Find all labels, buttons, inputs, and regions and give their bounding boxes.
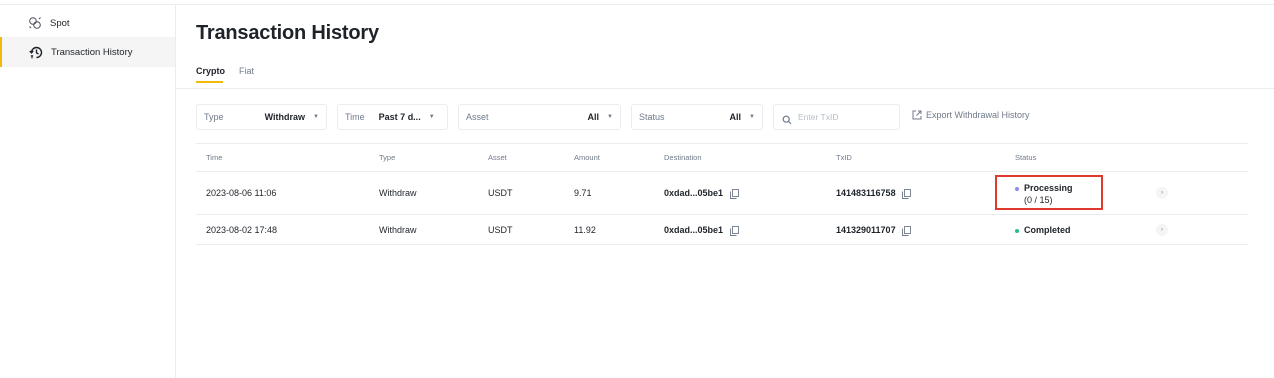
- txid-search-input[interactable]: [798, 112, 888, 122]
- row-amount: 11.92: [574, 225, 596, 235]
- row-time: 2023-08-02 17:48: [206, 225, 278, 235]
- top-divider: [0, 4, 1274, 5]
- history-icon: [28, 44, 44, 60]
- status-filter-value: All: [729, 112, 742, 122]
- row-time: 2023-08-06 11:06: [206, 188, 277, 198]
- table-top-divider: [196, 143, 1248, 144]
- time-filter-label: Time: [345, 112, 365, 122]
- row-txid: 141329011707: [836, 225, 912, 236]
- destination-address: 0xdad...05be1: [664, 188, 724, 198]
- copy-icon[interactable]: [902, 225, 912, 236]
- row-type: Withdraw: [379, 225, 417, 235]
- column-header-amount: Amount: [574, 153, 600, 162]
- export-icon: [912, 110, 922, 120]
- type-filter-label: Type: [204, 112, 224, 122]
- row-expand-arrow-icon[interactable]: ›: [1156, 224, 1168, 236]
- sidebar: Spot Transaction History: [0, 5, 176, 378]
- chevron-down-icon: ▼: [313, 114, 319, 120]
- row-txid: 141483116758: [836, 188, 912, 199]
- chevron-down-icon: ▼: [749, 114, 755, 120]
- status-filter-select[interactable]: Status All ▼: [631, 104, 763, 130]
- page-title: Transaction History: [196, 22, 379, 44]
- status-filter-label: Status: [639, 112, 665, 122]
- type-filter-select[interactable]: Type Withdraw ▼: [196, 104, 327, 130]
- row-divider: [196, 214, 1248, 215]
- export-label: Export Withdrawal History: [926, 110, 1030, 120]
- destination-address: 0xdad...05be1: [664, 225, 724, 235]
- time-filter-select[interactable]: Time Past 7 d... ▼: [337, 104, 448, 130]
- column-header-type: Type: [379, 153, 396, 162]
- chevron-down-icon: ▼: [607, 114, 613, 120]
- row-destination: 0xdad...05be1: [664, 225, 739, 236]
- row-amount: 9.71: [574, 188, 592, 198]
- copy-icon[interactable]: [902, 188, 912, 199]
- row-status: Completed: [1015, 225, 1071, 235]
- row-asset: USDT: [488, 188, 513, 198]
- time-filter-value: Past 7 d...: [378, 112, 421, 122]
- status-dot-icon: [1015, 228, 1019, 233]
- row-expand-arrow-icon[interactable]: ›: [1156, 187, 1168, 199]
- txid-value: 141329011707: [836, 225, 896, 235]
- column-header-asset: Asset: [488, 153, 507, 162]
- tab-fiat[interactable]: Fiat: [239, 66, 254, 83]
- asset-filter-value: All: [587, 112, 600, 122]
- copy-icon[interactable]: [729, 188, 739, 199]
- spot-icon: [27, 15, 43, 31]
- asset-filter-select[interactable]: Asset All ▼: [458, 104, 621, 130]
- chevron-down-icon: ▼: [428, 114, 435, 120]
- type-filter-value: Withdraw: [264, 112, 306, 122]
- row-divider: [196, 244, 1248, 245]
- column-header-time: Time: [206, 153, 223, 162]
- txid-value: 141483116758: [836, 188, 896, 198]
- table-header-divider: [196, 171, 1248, 172]
- tab-divider: [176, 88, 1274, 89]
- sidebar-item-label: Spot: [50, 17, 70, 29]
- status-text: Completed: [1024, 225, 1071, 235]
- status-highlight-box: [995, 175, 1103, 210]
- sidebar-item-spot[interactable]: Spot: [0, 8, 175, 38]
- asset-filter-label: Asset: [466, 112, 489, 122]
- row-asset: USDT: [488, 225, 513, 235]
- search-icon: [782, 112, 792, 125]
- row-type: Withdraw: [379, 188, 417, 198]
- tab-bar: Crypto Fiat: [196, 66, 254, 83]
- export-withdrawal-history-link[interactable]: Export Withdrawal History: [912, 110, 1030, 120]
- column-header-txid: TxID: [836, 153, 852, 162]
- row-destination: 0xdad...05be1: [664, 188, 739, 199]
- txid-search-box: [773, 104, 900, 130]
- column-header-destination: Destination: [664, 153, 702, 162]
- column-header-status: Status: [1015, 153, 1037, 162]
- tab-crypto[interactable]: Crypto: [196, 66, 225, 83]
- sidebar-item-label: Transaction History: [51, 46, 133, 58]
- copy-icon[interactable]: [729, 225, 739, 236]
- sidebar-item-transaction-history[interactable]: Transaction History: [0, 37, 175, 67]
